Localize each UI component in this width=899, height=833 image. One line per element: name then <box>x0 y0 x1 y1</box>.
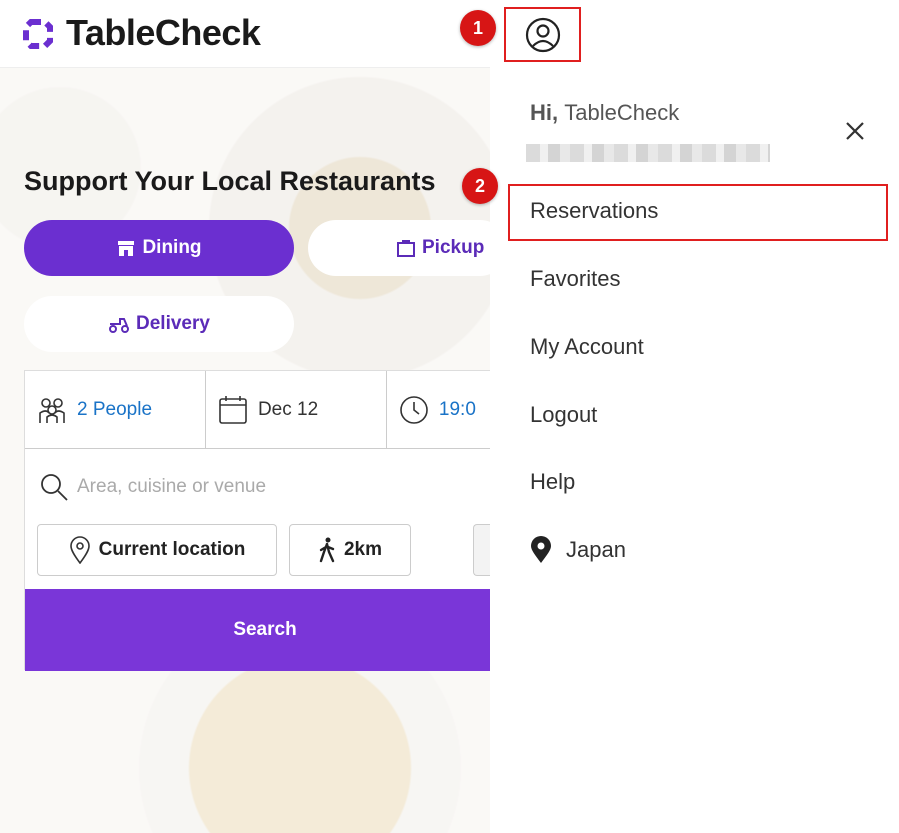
step-badge-1: 1 <box>460 10 496 46</box>
date-selector[interactable]: Dec 12 <box>206 371 387 449</box>
calendar-icon <box>219 396 247 424</box>
scooter-icon <box>109 318 130 333</box>
bag-icon <box>397 240 415 257</box>
menu-item-logout[interactable]: Logout <box>530 402 597 428</box>
logo-text[interactable]: TableCheck <box>66 12 261 54</box>
clock-icon <box>400 396 428 424</box>
more-filters-button[interactable] <box>473 524 490 576</box>
people-selector[interactable]: 2 People <box>25 371 206 449</box>
menu-item-favorites[interactable]: Favorites <box>530 266 620 292</box>
menu-item-help[interactable]: Help <box>530 469 575 495</box>
tab-pickup[interactable]: Pickup <box>308 220 490 276</box>
account-button[interactable] <box>504 7 581 62</box>
tab-pickup-label: Pickup <box>422 237 485 258</box>
menu-item-reservations[interactable]: Reservations <box>530 198 658 224</box>
current-location-label: Current location <box>98 539 246 560</box>
menu-item-my-account[interactable]: My Account <box>530 334 644 360</box>
people-icon <box>39 398 65 423</box>
time-value: 19:0 <box>438 399 476 420</box>
close-icon <box>846 122 864 140</box>
greeting-name: TableCheck <box>564 100 680 125</box>
tab-dining[interactable]: Dining <box>24 220 294 276</box>
blurred-email <box>526 144 770 162</box>
location-pin-outline-icon <box>69 536 90 564</box>
menu-item-japan[interactable]: Japan <box>530 536 626 564</box>
walking-icon <box>319 537 335 563</box>
main-page: TableCheck Support Your Local Restaurant… <box>0 0 490 833</box>
current-location-button[interactable]: Current location <box>37 524 277 576</box>
tablecheck-logo-icon[interactable] <box>22 18 54 50</box>
search-placeholder: Area, cuisine or venue <box>77 476 267 497</box>
search-icon <box>41 474 68 501</box>
menu-item-japan-label: Japan <box>566 537 626 562</box>
tab-delivery[interactable]: Delivery <box>24 296 294 352</box>
user-circle-icon <box>525 17 560 52</box>
close-button[interactable] <box>840 116 870 146</box>
distance-label: 2km <box>343 539 383 560</box>
greeting-prefix: Hi, <box>530 100 559 125</box>
date-value: Dec 12 <box>257 399 319 420</box>
people-value: 2 People <box>77 399 153 420</box>
search-input[interactable]: Area, cuisine or venue <box>39 467 266 507</box>
time-selector[interactable]: 19:0 <box>387 371 490 449</box>
tab-dining-label: Dining <box>142 237 202 258</box>
location-pin-icon <box>531 536 551 563</box>
store-icon <box>118 241 135 256</box>
search-button[interactable]: Search <box>25 589 490 671</box>
step-badge-2: 2 <box>462 168 498 204</box>
tab-delivery-label: Delivery <box>136 313 210 334</box>
site-header: TableCheck <box>0 0 490 68</box>
hero-title: Support Your Local Restaurants <box>24 166 436 196</box>
distance-button[interactable]: 2km <box>289 524 411 576</box>
search-params-row: 2 People Dec 12 19:0 <box>25 371 490 449</box>
greeting: Hi, TableCheck <box>530 100 679 126</box>
search-card: 2 People Dec 12 19:0 Area, cuisine or ve… <box>24 370 490 671</box>
